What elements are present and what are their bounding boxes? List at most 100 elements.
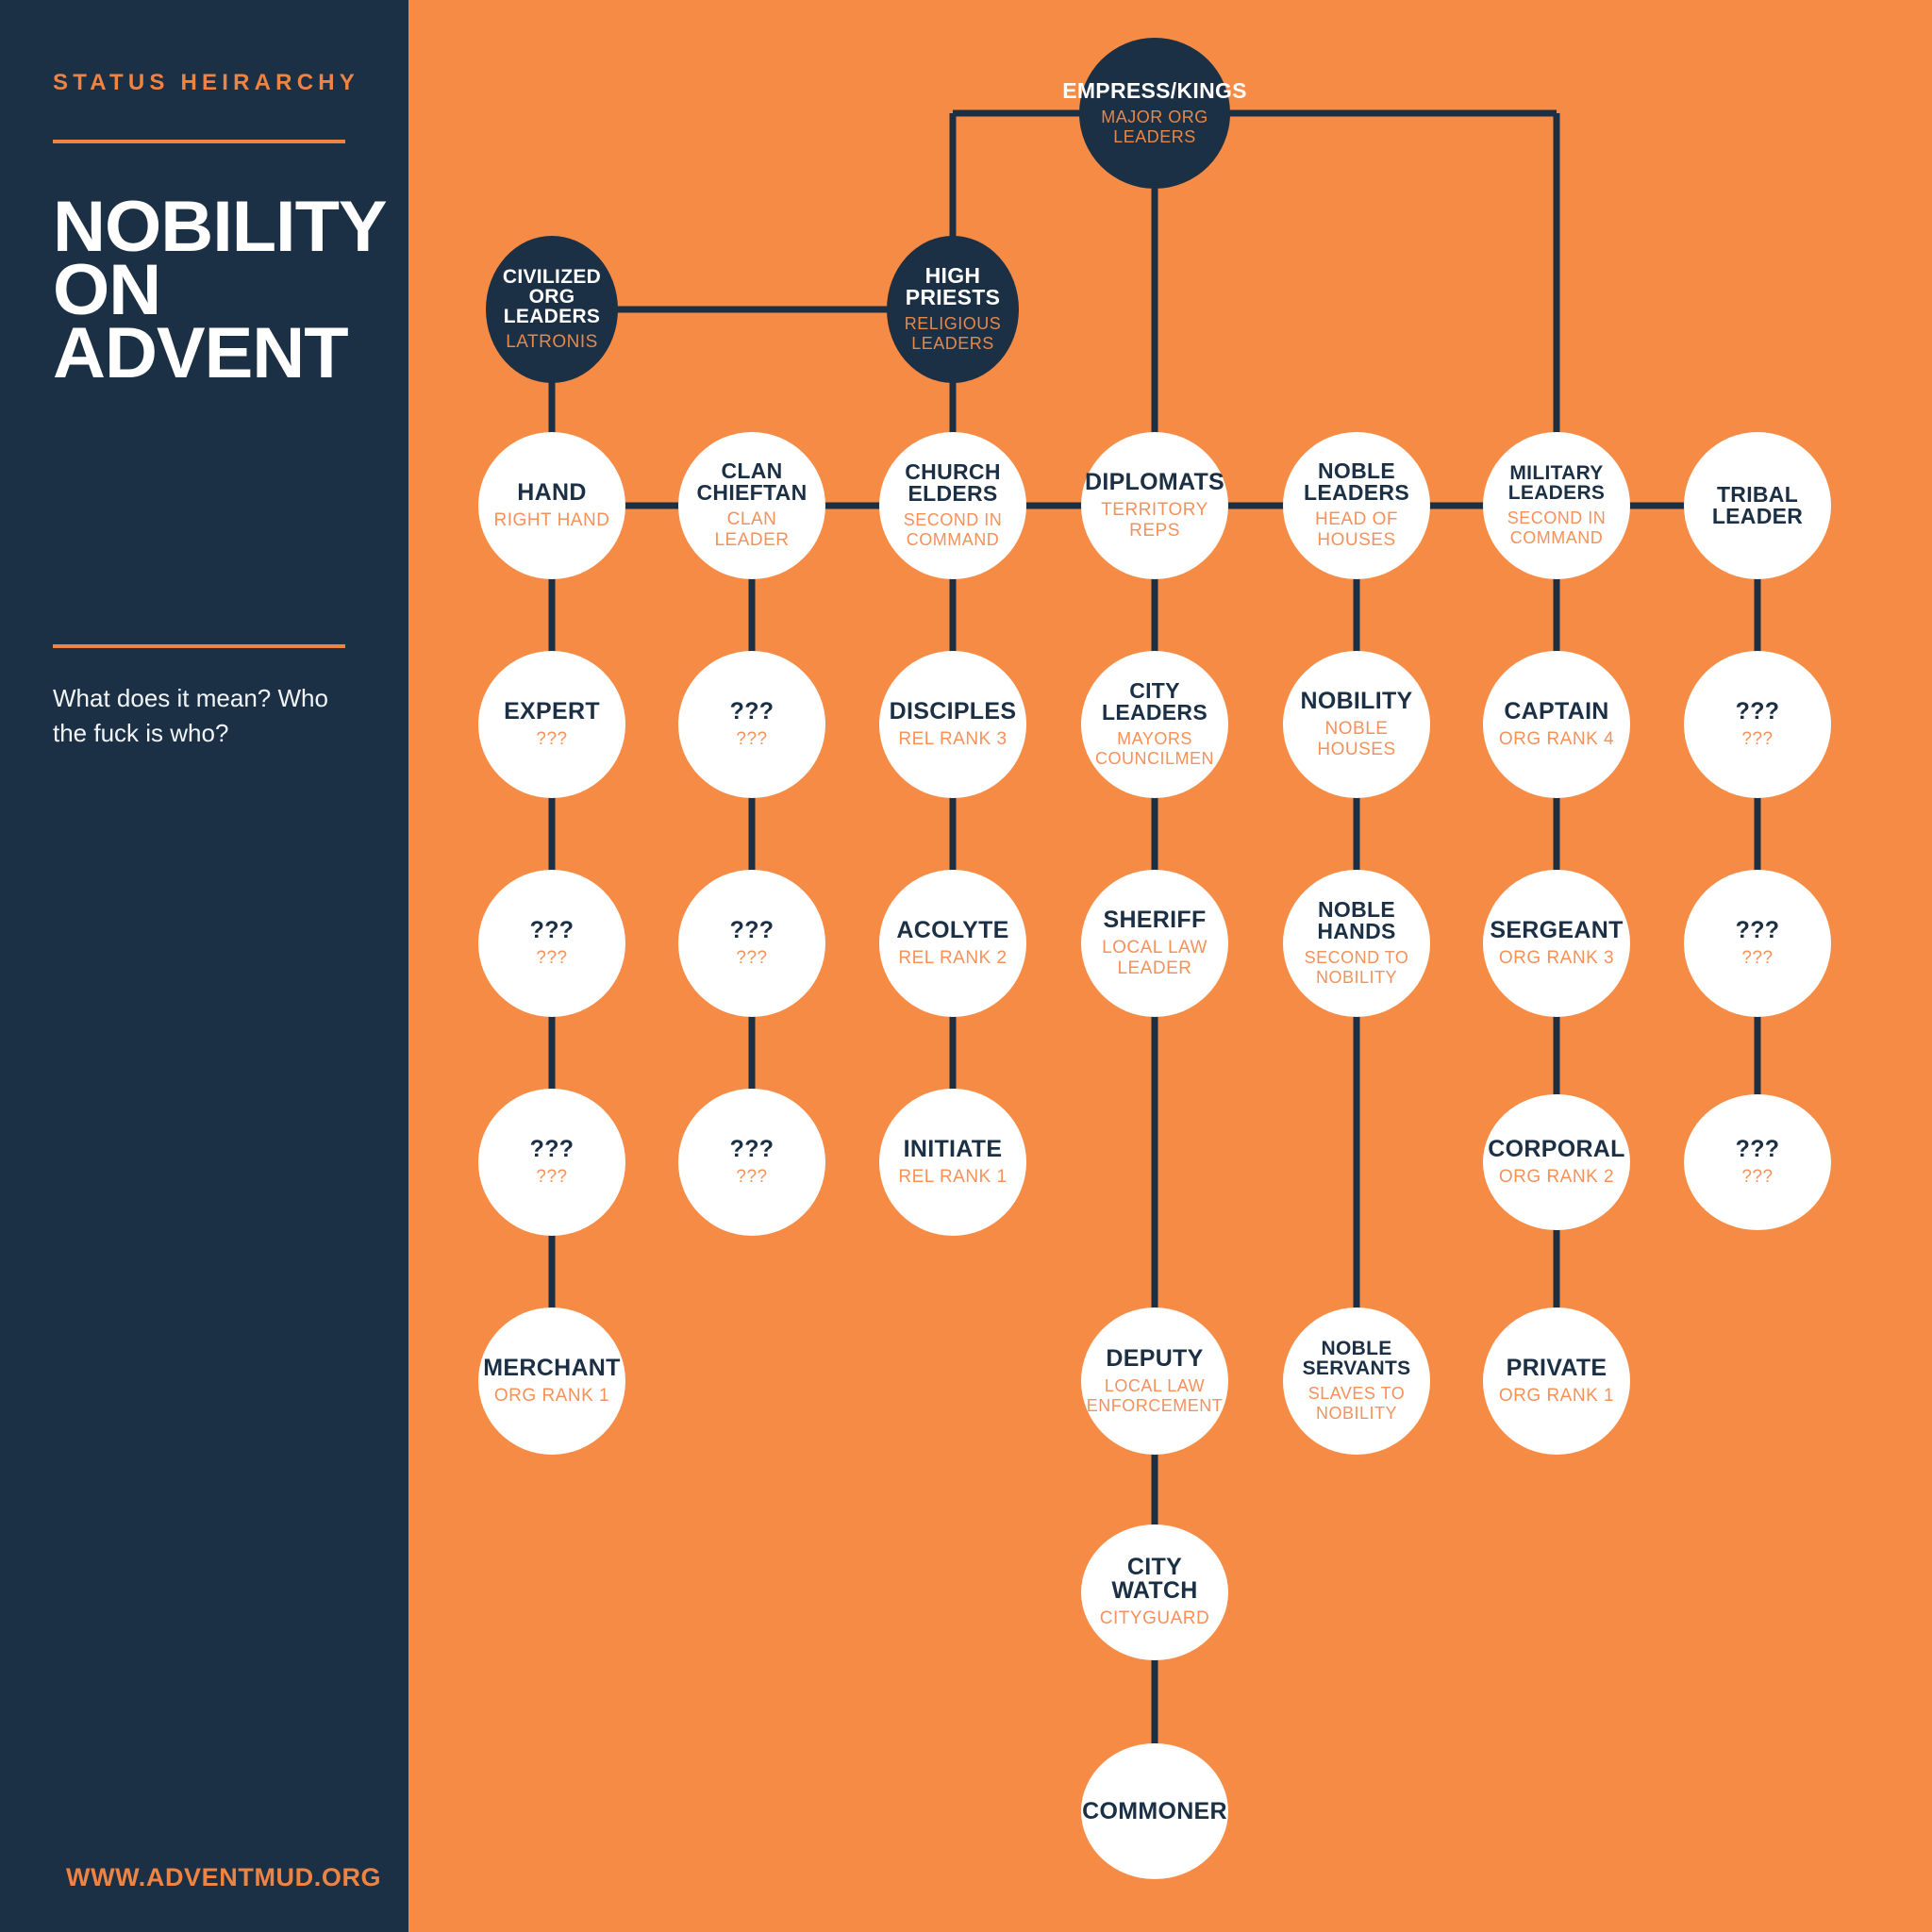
node-subtitle: RELIGIOUS LEADERS: [904, 314, 1002, 353]
node-title: SHERIFF: [1103, 906, 1207, 933]
node-acolyte[interactable]: ACOLYTE REL RANK 2: [879, 870, 1026, 1017]
node-sheriff[interactable]: SHERIFF LOCAL LAW LEADER: [1081, 870, 1228, 1017]
node-corporal[interactable]: CORPORAL ORG RANK 2: [1483, 1094, 1630, 1230]
node-private[interactable]: PRIVATE ORG RANK 1: [1483, 1307, 1630, 1455]
node-subtitle: REL RANK 2: [898, 947, 1008, 968]
node-diplomats[interactable]: DIPLOMATS TERRITORY REPS: [1081, 432, 1228, 579]
node-subtitle: SLAVES TO NOBILITY: [1307, 1384, 1406, 1423]
node-subtitle: MAJOR ORG LEADERS: [1101, 107, 1208, 146]
node-q6[interactable]: ??????: [478, 1089, 625, 1236]
node-subtitle: CLAN LEADER: [714, 509, 790, 550]
node-subtitle: ???: [1741, 1166, 1774, 1187]
node-subtitle: SECOND IN COMMAND: [1507, 508, 1607, 547]
node-elders[interactable]: CHURCH ELDERS SECOND IN COMMAND: [879, 432, 1026, 579]
node-subtitle: SECOND IN COMMAND: [903, 510, 1003, 549]
node-title: CIVILIZED ORG LEADERS: [502, 265, 602, 327]
node-captain[interactable]: CAPTAIN ORG RANK 4: [1483, 651, 1630, 798]
node-title: ???: [729, 697, 774, 724]
node-title: HAND: [517, 478, 587, 506]
node-title: DIPLOMATS: [1084, 468, 1225, 495]
node-title: HIGH PRIESTS: [905, 263, 1001, 310]
node-subtitle: ???: [1741, 947, 1774, 968]
node-commoner[interactable]: COMMONER: [1081, 1743, 1228, 1879]
node-title: ???: [1735, 697, 1780, 724]
node-subtitle: ???: [1741, 728, 1774, 749]
node-subtitle: ???: [736, 1166, 768, 1187]
node-q1[interactable]: ??????: [678, 651, 825, 798]
node-empress[interactable]: EMPRESS/KINGS MAJOR ORG LEADERS: [1062, 38, 1247, 189]
node-title: NOBILITY: [1300, 687, 1413, 714]
node-title: CAPTAIN: [1504, 697, 1609, 724]
node-subtitle: LOCAL LAW LEADER: [1102, 937, 1208, 978]
node-title: ???: [1735, 916, 1780, 943]
hierarchy-diagram: EMPRESS/KINGS MAJOR ORG LEADERS CIVILIZED …: [0, 0, 1932, 1932]
node-chieftan[interactable]: CLAN CHIEFTAN CLAN LEADER: [678, 432, 825, 579]
node-subtitle: ORG RANK 1: [493, 1385, 610, 1406]
node-sergeant[interactable]: SERGEANT ORG RANK 3: [1483, 870, 1630, 1017]
node-q4[interactable]: ??????: [678, 870, 825, 1017]
node-subtitle: MAYORS COUNCILMEN: [1094, 729, 1214, 768]
node-title: DISCIPLES: [889, 697, 1017, 724]
node-title: ACOLYTE: [896, 916, 1009, 943]
node-title: CHURCH ELDERS: [905, 459, 1001, 507]
node-tribal[interactable]: TRIBAL LEADER: [1684, 432, 1831, 579]
node-title: COMMONER: [1082, 1797, 1227, 1824]
node-title: ???: [529, 916, 575, 943]
node-q8[interactable]: ??????: [1684, 1094, 1831, 1230]
node-merchant[interactable]: MERCHANT ORG RANK 1: [478, 1307, 625, 1455]
node-subtitle: ORG RANK 4: [1498, 728, 1615, 749]
node-title: NOBLE LEADERS: [1303, 458, 1409, 506]
node-subtitle: LATRONIS: [506, 331, 598, 352]
node-deputy[interactable]: DEPUTY LOCAL LAW ENFORCEMENT: [1081, 1307, 1228, 1455]
node-nobleld[interactable]: NOBLE LEADERS HEAD OF HOUSES: [1283, 432, 1430, 579]
node-subtitle: TERRITORY REPS: [1101, 499, 1208, 541]
node-subtitle: ORG RANK 2: [1498, 1166, 1615, 1187]
node-title: INITIATE: [903, 1135, 1003, 1162]
node-hand[interactable]: HAND RIGHT HAND: [478, 432, 625, 579]
node-citywatch[interactable]: CITY WATCH CITYGUARD: [1081, 1524, 1228, 1660]
node-subtitle: ???: [736, 947, 768, 968]
node-subtitle: CITYGUARD: [1099, 1608, 1210, 1629]
node-subtitle: SECOND TO NOBILITY: [1304, 948, 1409, 987]
node-disciples[interactable]: DISCIPLES REL RANK 3: [879, 651, 1026, 798]
node-title: NOBLE HANDS: [1317, 897, 1396, 944]
node-civorg[interactable]: CIVILIZED ORG LEADERS LATRONIS: [486, 236, 618, 383]
node-subtitle: NOBLE HOUSES: [1317, 718, 1396, 759]
node-subtitle: ORG RANK 1: [1498, 1385, 1615, 1406]
node-subtitle: REL RANK 1: [898, 1166, 1008, 1187]
node-q3[interactable]: ??????: [478, 870, 625, 1017]
node-subtitle: LOCAL LAW ENFORCEMENT: [1086, 1375, 1224, 1415]
node-title: SERGEANT: [1490, 916, 1624, 943]
node-title: MILITARY LEADERS: [1507, 462, 1606, 505]
node-title: CORPORAL: [1488, 1135, 1625, 1162]
node-subtitle: ???: [536, 1166, 568, 1187]
node-title: EXPERT: [504, 697, 600, 724]
node-subtitle: HEAD OF HOUSES: [1315, 509, 1398, 550]
node-expert[interactable]: EXPERT???: [478, 651, 625, 798]
node-q7[interactable]: ??????: [678, 1089, 825, 1236]
node-title: NOBLE SERVANTS: [1302, 1338, 1411, 1380]
node-title: PRIVATE: [1506, 1354, 1607, 1381]
node-q5[interactable]: ??????: [1684, 870, 1831, 1017]
node-initiate[interactable]: INITIATE REL RANK 1: [879, 1089, 1026, 1236]
node-militaryld[interactable]: MILITARY LEADERS SECOND IN COMMAND: [1483, 432, 1630, 579]
node-noblesrv[interactable]: NOBLE SERVANTS SLAVES TO NOBILITY: [1283, 1307, 1430, 1455]
node-title: TRIBAL LEADER: [1711, 482, 1804, 528]
node-title: CLAN CHIEFTAN: [696, 458, 808, 506]
node-title: ???: [529, 1135, 575, 1162]
node-title: ???: [1735, 1135, 1780, 1162]
node-title: DEPUTY: [1106, 1344, 1204, 1372]
node-q2[interactable]: ??????: [1684, 651, 1831, 798]
infographic-canvas: STATUS HEIRARCHY NOBILITY ON ADVENT What…: [0, 0, 1932, 1932]
node-subtitle: ???: [736, 728, 768, 749]
node-subtitle: RIGHT HAND: [493, 509, 610, 530]
node-title: ???: [729, 916, 774, 943]
node-title: CITY LEADERS: [1101, 678, 1208, 725]
node-nobility[interactable]: NOBILITY NOBLE HOUSES: [1283, 651, 1430, 798]
node-subtitle: REL RANK 3: [898, 728, 1008, 749]
node-priests[interactable]: HIGH PRIESTS RELIGIOUS LEADERS: [887, 236, 1019, 383]
node-title: EMPRESS/KINGS: [1062, 77, 1247, 103]
node-noblehand[interactable]: NOBLE HANDS SECOND TO NOBILITY: [1283, 870, 1430, 1017]
node-cityld[interactable]: CITY LEADERS MAYORS COUNCILMEN: [1081, 651, 1228, 798]
node-title: ???: [729, 1135, 774, 1162]
